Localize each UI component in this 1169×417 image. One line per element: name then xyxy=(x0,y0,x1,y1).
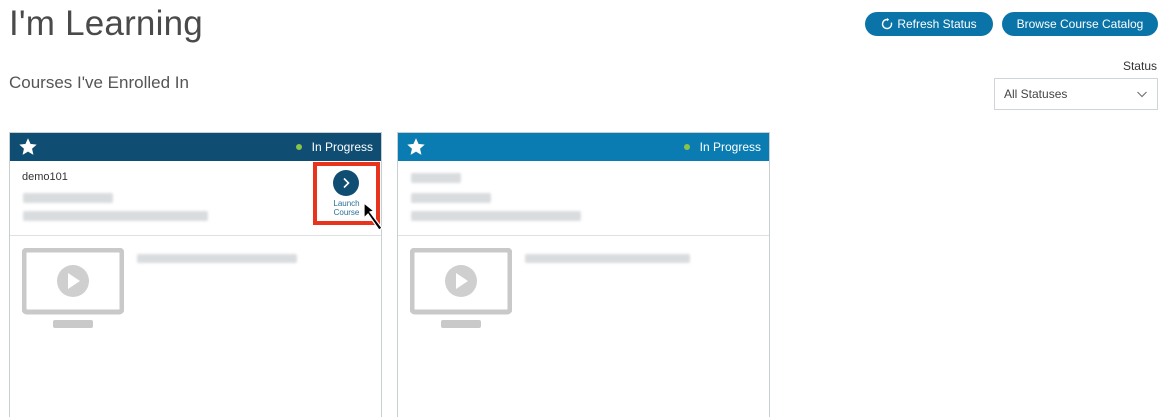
redacted-media-caption xyxy=(525,254,690,263)
chevron-right-icon xyxy=(343,177,350,189)
chevron-down-icon xyxy=(1137,91,1147,98)
redacted-course-description xyxy=(23,211,208,221)
status-filter-value: All Statuses xyxy=(1004,87,1068,101)
refresh-icon xyxy=(882,18,893,30)
video-placeholder-icon xyxy=(410,248,512,328)
course-status-label: In Progress xyxy=(311,140,373,154)
course-card-header: In Progress xyxy=(398,133,769,161)
redacted-course-title xyxy=(411,193,491,203)
course-status: In Progress xyxy=(683,140,761,154)
browse-course-catalog-button[interactable]: Browse Course Catalog xyxy=(1002,12,1158,36)
launch-course-circle[interactable] xyxy=(333,170,359,196)
redacted-course-description xyxy=(411,211,581,221)
refresh-status-button[interactable]: Refresh Status xyxy=(865,12,993,36)
status-dot xyxy=(295,144,302,150)
star-icon[interactable] xyxy=(18,137,38,157)
status-dot xyxy=(683,144,690,150)
course-status-label: In Progress xyxy=(699,140,761,154)
course-info xyxy=(398,161,769,236)
refresh-status-label: Refresh Status xyxy=(897,17,977,31)
star-icon[interactable] xyxy=(406,137,426,157)
section-subtitle: Courses I've Enrolled In xyxy=(9,73,189,92)
status-filter-label: Status xyxy=(1122,59,1157,73)
page-title: I'm Learning xyxy=(9,4,203,43)
browse-course-catalog-label: Browse Course Catalog xyxy=(1016,17,1144,31)
redacted-course-code xyxy=(411,173,461,183)
status-filter-select[interactable]: All Statuses xyxy=(994,78,1158,110)
course-status: In Progress xyxy=(295,140,373,154)
cursor-arrow-icon xyxy=(363,201,383,231)
course-card-header: In Progress xyxy=(10,133,381,161)
redacted-course-title xyxy=(23,193,113,203)
course-card[interactable]: In Progress xyxy=(397,132,770,417)
redacted-media-caption xyxy=(137,254,297,263)
video-placeholder-icon xyxy=(22,248,124,328)
